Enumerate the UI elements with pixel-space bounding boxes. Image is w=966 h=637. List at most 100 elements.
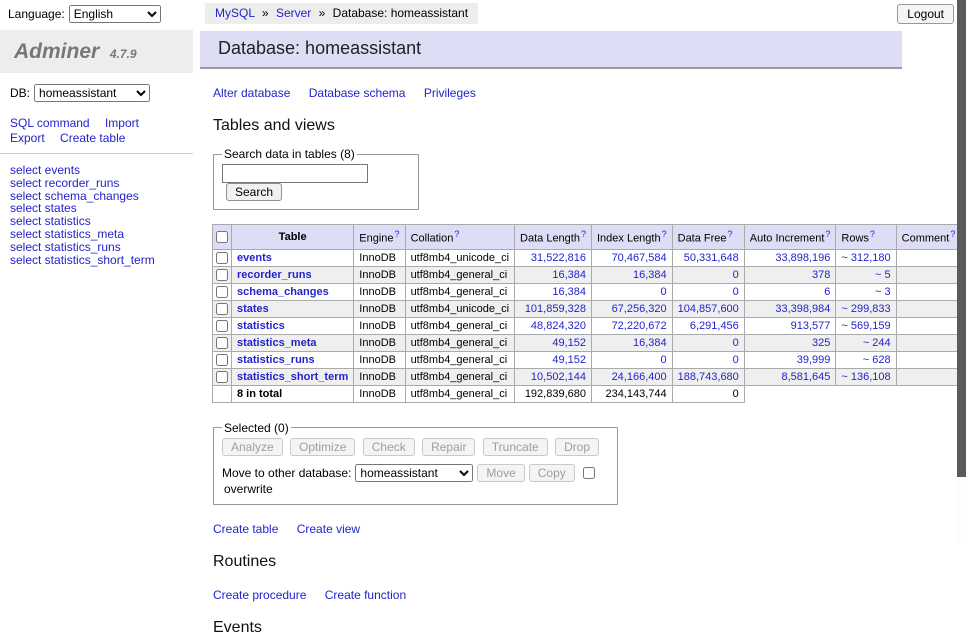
auto-increment-link[interactable]: 378: [750, 269, 831, 281]
data-length-link[interactable]: 16,384: [520, 286, 586, 298]
help-link[interactable]: ?: [825, 229, 830, 239]
move-button[interactable]: Move: [477, 464, 524, 482]
table-name-link[interactable]: statistics: [237, 320, 285, 332]
help-link[interactable]: ?: [950, 229, 955, 239]
row-checkbox[interactable]: [216, 337, 228, 349]
analyze-button[interactable]: Analyze: [222, 438, 283, 456]
rows-count-link[interactable]: ~ 5: [841, 269, 890, 281]
table-name-link[interactable]: statistics_runs: [237, 354, 315, 366]
rows-count-link[interactable]: ~ 244: [841, 337, 890, 349]
data-free-link[interactable]: 0: [678, 269, 739, 281]
help-link[interactable]: ?: [662, 229, 667, 239]
overwrite-checkbox[interactable]: [583, 467, 595, 479]
tables-and-views-heading: Tables and views: [213, 117, 912, 135]
index-length-link[interactable]: 0: [597, 354, 667, 366]
data-free-link[interactable]: 6,291,456: [678, 320, 739, 332]
table-name-link[interactable]: statistics_meta: [237, 337, 317, 349]
data-length-link[interactable]: 10,502,144: [520, 371, 586, 383]
data-free-link[interactable]: 188,743,680: [678, 371, 739, 383]
index-length-link[interactable]: 72,220,672: [597, 320, 667, 332]
row-checkbox[interactable]: [216, 320, 228, 332]
data-free-link[interactable]: 104,857,600: [678, 303, 739, 315]
index-length-link[interactable]: 16,384: [597, 337, 667, 349]
table-name-link[interactable]: events: [237, 252, 272, 264]
data-length-link[interactable]: 16,384: [520, 269, 586, 281]
row-checkbox[interactable]: [216, 303, 228, 315]
create-view-link[interactable]: Create view: [297, 522, 360, 536]
breadcrumb-server-link[interactable]: Server: [276, 6, 311, 20]
drop-button[interactable]: Drop: [555, 438, 599, 456]
auto-increment-link[interactable]: 33,898,196: [750, 252, 831, 264]
db-select[interactable]: homeassistant: [34, 84, 150, 102]
help-link[interactable]: ?: [395, 229, 400, 239]
auto-increment-link[interactable]: 8,581,645: [750, 371, 831, 383]
database-schema-link[interactable]: Database schema: [309, 86, 406, 100]
create-procedure-link[interactable]: Create procedure: [213, 588, 306, 602]
search-input[interactable]: [222, 164, 368, 183]
table-name-link[interactable]: recorder_runs: [237, 269, 312, 281]
optimize-button[interactable]: Optimize: [290, 438, 355, 456]
search-button[interactable]: Search: [226, 183, 282, 201]
row-checkbox[interactable]: [216, 286, 228, 298]
vertical-scrollbar[interactable]: [957, 0, 966, 543]
rows-count-link[interactable]: ~ 3: [841, 286, 890, 298]
data-free-link[interactable]: 0: [678, 337, 739, 349]
import-link[interactable]: Import: [105, 116, 139, 130]
data-free-link[interactable]: 0: [678, 286, 739, 298]
sql-command-link[interactable]: SQL command: [10, 116, 90, 130]
table-name-link[interactable]: states: [237, 303, 269, 315]
column-header-index-length: Index Length?: [591, 225, 672, 250]
table-name-link[interactable]: statistics_short_term: [237, 371, 348, 383]
auto-increment-link[interactable]: 325: [750, 337, 831, 349]
help-link[interactable]: ?: [728, 229, 733, 239]
language-select[interactable]: English: [69, 5, 161, 23]
create-table-link-sidebar[interactable]: Create table: [60, 131, 125, 145]
export-link[interactable]: Export: [10, 131, 45, 145]
rows-count-link[interactable]: ~ 136,108: [841, 371, 890, 383]
data-length-link[interactable]: 31,522,816: [520, 252, 586, 264]
rows-count-link[interactable]: ~ 628: [841, 354, 890, 366]
data-free-link[interactable]: 50,331,648: [678, 252, 739, 264]
row-checkbox[interactable]: [216, 269, 228, 281]
move-database-select[interactable]: homeassistant: [355, 464, 473, 482]
row-checkbox[interactable]: [216, 371, 228, 383]
auto-increment-link[interactable]: 39,999: [750, 354, 831, 366]
data-length-link[interactable]: 101,859,328: [520, 303, 586, 315]
sidebar-item-select-statistics-short-term[interactable]: select statistics_short_term: [10, 253, 155, 267]
row-checkbox[interactable]: [216, 252, 228, 264]
auto-increment-link[interactable]: 33,398,984: [750, 303, 831, 315]
copy-button[interactable]: Copy: [529, 464, 575, 482]
index-length-link[interactable]: 0: [597, 286, 667, 298]
index-length-link[interactable]: 16,384: [597, 269, 667, 281]
logout-button[interactable]: Logout: [897, 4, 954, 24]
row-checkbox[interactable]: [216, 354, 228, 366]
check-button[interactable]: Check: [363, 438, 415, 456]
auto-increment-link[interactable]: 6: [750, 286, 831, 298]
index-length-link[interactable]: 70,467,584: [597, 252, 667, 264]
repair-button[interactable]: Repair: [422, 438, 475, 456]
create-function-link[interactable]: Create function: [325, 588, 406, 602]
scrollbar-thumb[interactable]: [957, 0, 966, 477]
select-all-checkbox[interactable]: [216, 231, 228, 243]
data-length-link[interactable]: 48,824,320: [520, 320, 586, 332]
alter-database-link[interactable]: Alter database: [213, 86, 290, 100]
tables-list: select events select recorder_runs selec…: [10, 164, 193, 266]
help-link[interactable]: ?: [581, 229, 586, 239]
data-length-link[interactable]: 49,152: [520, 354, 586, 366]
truncate-button[interactable]: Truncate: [483, 438, 548, 456]
data-free-link[interactable]: 0: [678, 354, 739, 366]
rows-count-link[interactable]: ~ 569,159: [841, 320, 890, 332]
breadcrumb-mysql-link[interactable]: MySQL: [215, 6, 255, 20]
rows-count-link[interactable]: ~ 299,833: [841, 303, 890, 315]
rows-count-link[interactable]: ~ 312,180: [841, 252, 890, 264]
help-link[interactable]: ?: [870, 229, 875, 239]
data-length-link[interactable]: 49,152: [520, 337, 586, 349]
index-length-link[interactable]: 67,256,320: [597, 303, 667, 315]
privileges-link[interactable]: Privileges: [424, 86, 476, 100]
column-header-engine: Engine?: [354, 225, 405, 250]
table-name-link[interactable]: schema_changes: [237, 286, 329, 298]
auto-increment-link[interactable]: 913,577: [750, 320, 831, 332]
help-link[interactable]: ?: [454, 229, 459, 239]
index-length-link[interactable]: 24,166,400: [597, 371, 667, 383]
create-table-link[interactable]: Create table: [213, 522, 278, 536]
